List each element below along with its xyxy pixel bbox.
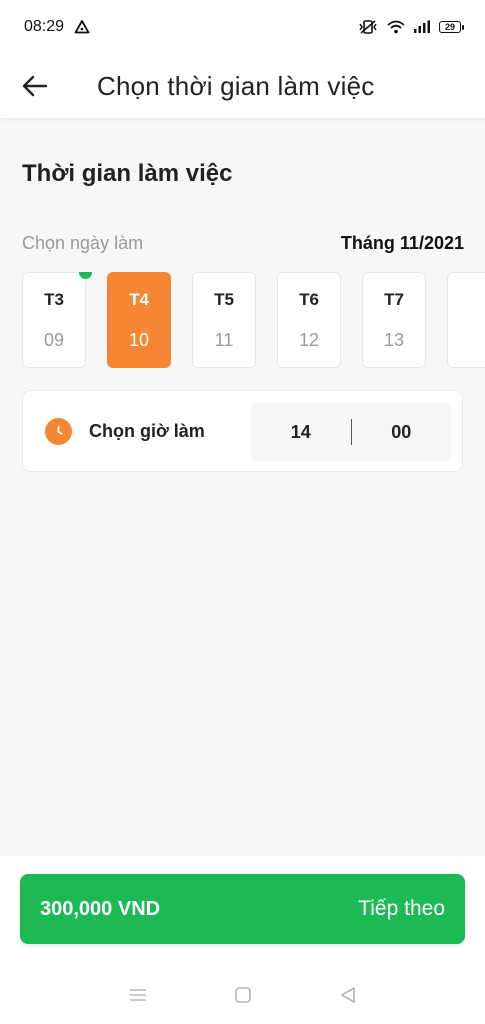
back-triangle-icon bbox=[340, 987, 355, 1003]
next-label: Tiếp theo bbox=[358, 897, 445, 920]
day-of-month: 11 bbox=[214, 329, 234, 350]
day-card-next[interactable] bbox=[447, 272, 485, 368]
day-of-month: 10 bbox=[128, 329, 150, 350]
system-nav-bar bbox=[0, 966, 485, 1024]
day-card-t5[interactable]: T5 11 bbox=[192, 272, 256, 368]
month-label: Tháng 11/2021 bbox=[340, 233, 464, 253]
next-button[interactable]: 300,000 VND Tiếp theo bbox=[20, 874, 465, 944]
arrow-left-icon bbox=[22, 75, 48, 97]
page-title: Chọn thời gian làm việc bbox=[97, 70, 375, 101]
status-time: 08:29 bbox=[24, 18, 65, 35]
status-bar: 08:29 29 bbox=[0, 0, 485, 54]
day-card-t7[interactable]: T7 13 bbox=[362, 272, 426, 368]
day-card-t4[interactable]: T4 10 bbox=[107, 272, 171, 368]
alert-triangle-icon bbox=[74, 19, 90, 35]
home-button[interactable] bbox=[223, 975, 263, 1015]
day-of-week: T5 bbox=[214, 289, 234, 309]
vibrate-off-icon bbox=[357, 19, 379, 35]
time-picker-card: Chọn giờ làm 14 00 bbox=[22, 390, 463, 472]
day-of-month: 09 bbox=[43, 329, 65, 350]
price-label: 300,000 VND bbox=[40, 897, 161, 920]
back-button[interactable] bbox=[0, 54, 70, 118]
hour-selector[interactable]: 14 bbox=[251, 422, 351, 443]
day-picker-header: Chọn ngày làm Tháng 11/2021 bbox=[22, 233, 464, 254]
day-of-week: T3 bbox=[44, 289, 64, 309]
day-of-month: 13 bbox=[383, 329, 405, 350]
day-picker: T3 09 T4 10 T5 11 T6 12 T7 13 bbox=[22, 272, 485, 368]
app-bar: Chọn thời gian làm việc bbox=[0, 54, 485, 118]
system-back-button[interactable] bbox=[328, 975, 368, 1015]
section-title: Thời gian làm việc bbox=[22, 160, 233, 187]
menu-button[interactable] bbox=[118, 975, 158, 1015]
day-of-month: 12 bbox=[298, 329, 320, 350]
day-card-t6[interactable]: T6 12 bbox=[277, 272, 341, 368]
battery-icon: 29 bbox=[439, 21, 464, 33]
clock-icon bbox=[45, 417, 72, 445]
day-card-t3[interactable]: T3 09 bbox=[22, 272, 92, 368]
signal-icon bbox=[413, 20, 431, 34]
day-of-week: T7 bbox=[384, 289, 404, 309]
day-of-week: T6 bbox=[299, 289, 319, 309]
wifi-icon bbox=[387, 20, 405, 34]
home-square-icon bbox=[234, 987, 251, 1003]
time-picker: 14 00 bbox=[251, 403, 451, 461]
menu-icon bbox=[129, 989, 146, 1001]
day-of-week: T4 bbox=[129, 289, 149, 309]
day-hint: Chọn ngày làm bbox=[22, 233, 144, 253]
time-label: Chọn giờ làm bbox=[89, 420, 205, 441]
minute-selector[interactable]: 00 bbox=[352, 422, 452, 443]
today-indicator-dot bbox=[79, 272, 92, 279]
